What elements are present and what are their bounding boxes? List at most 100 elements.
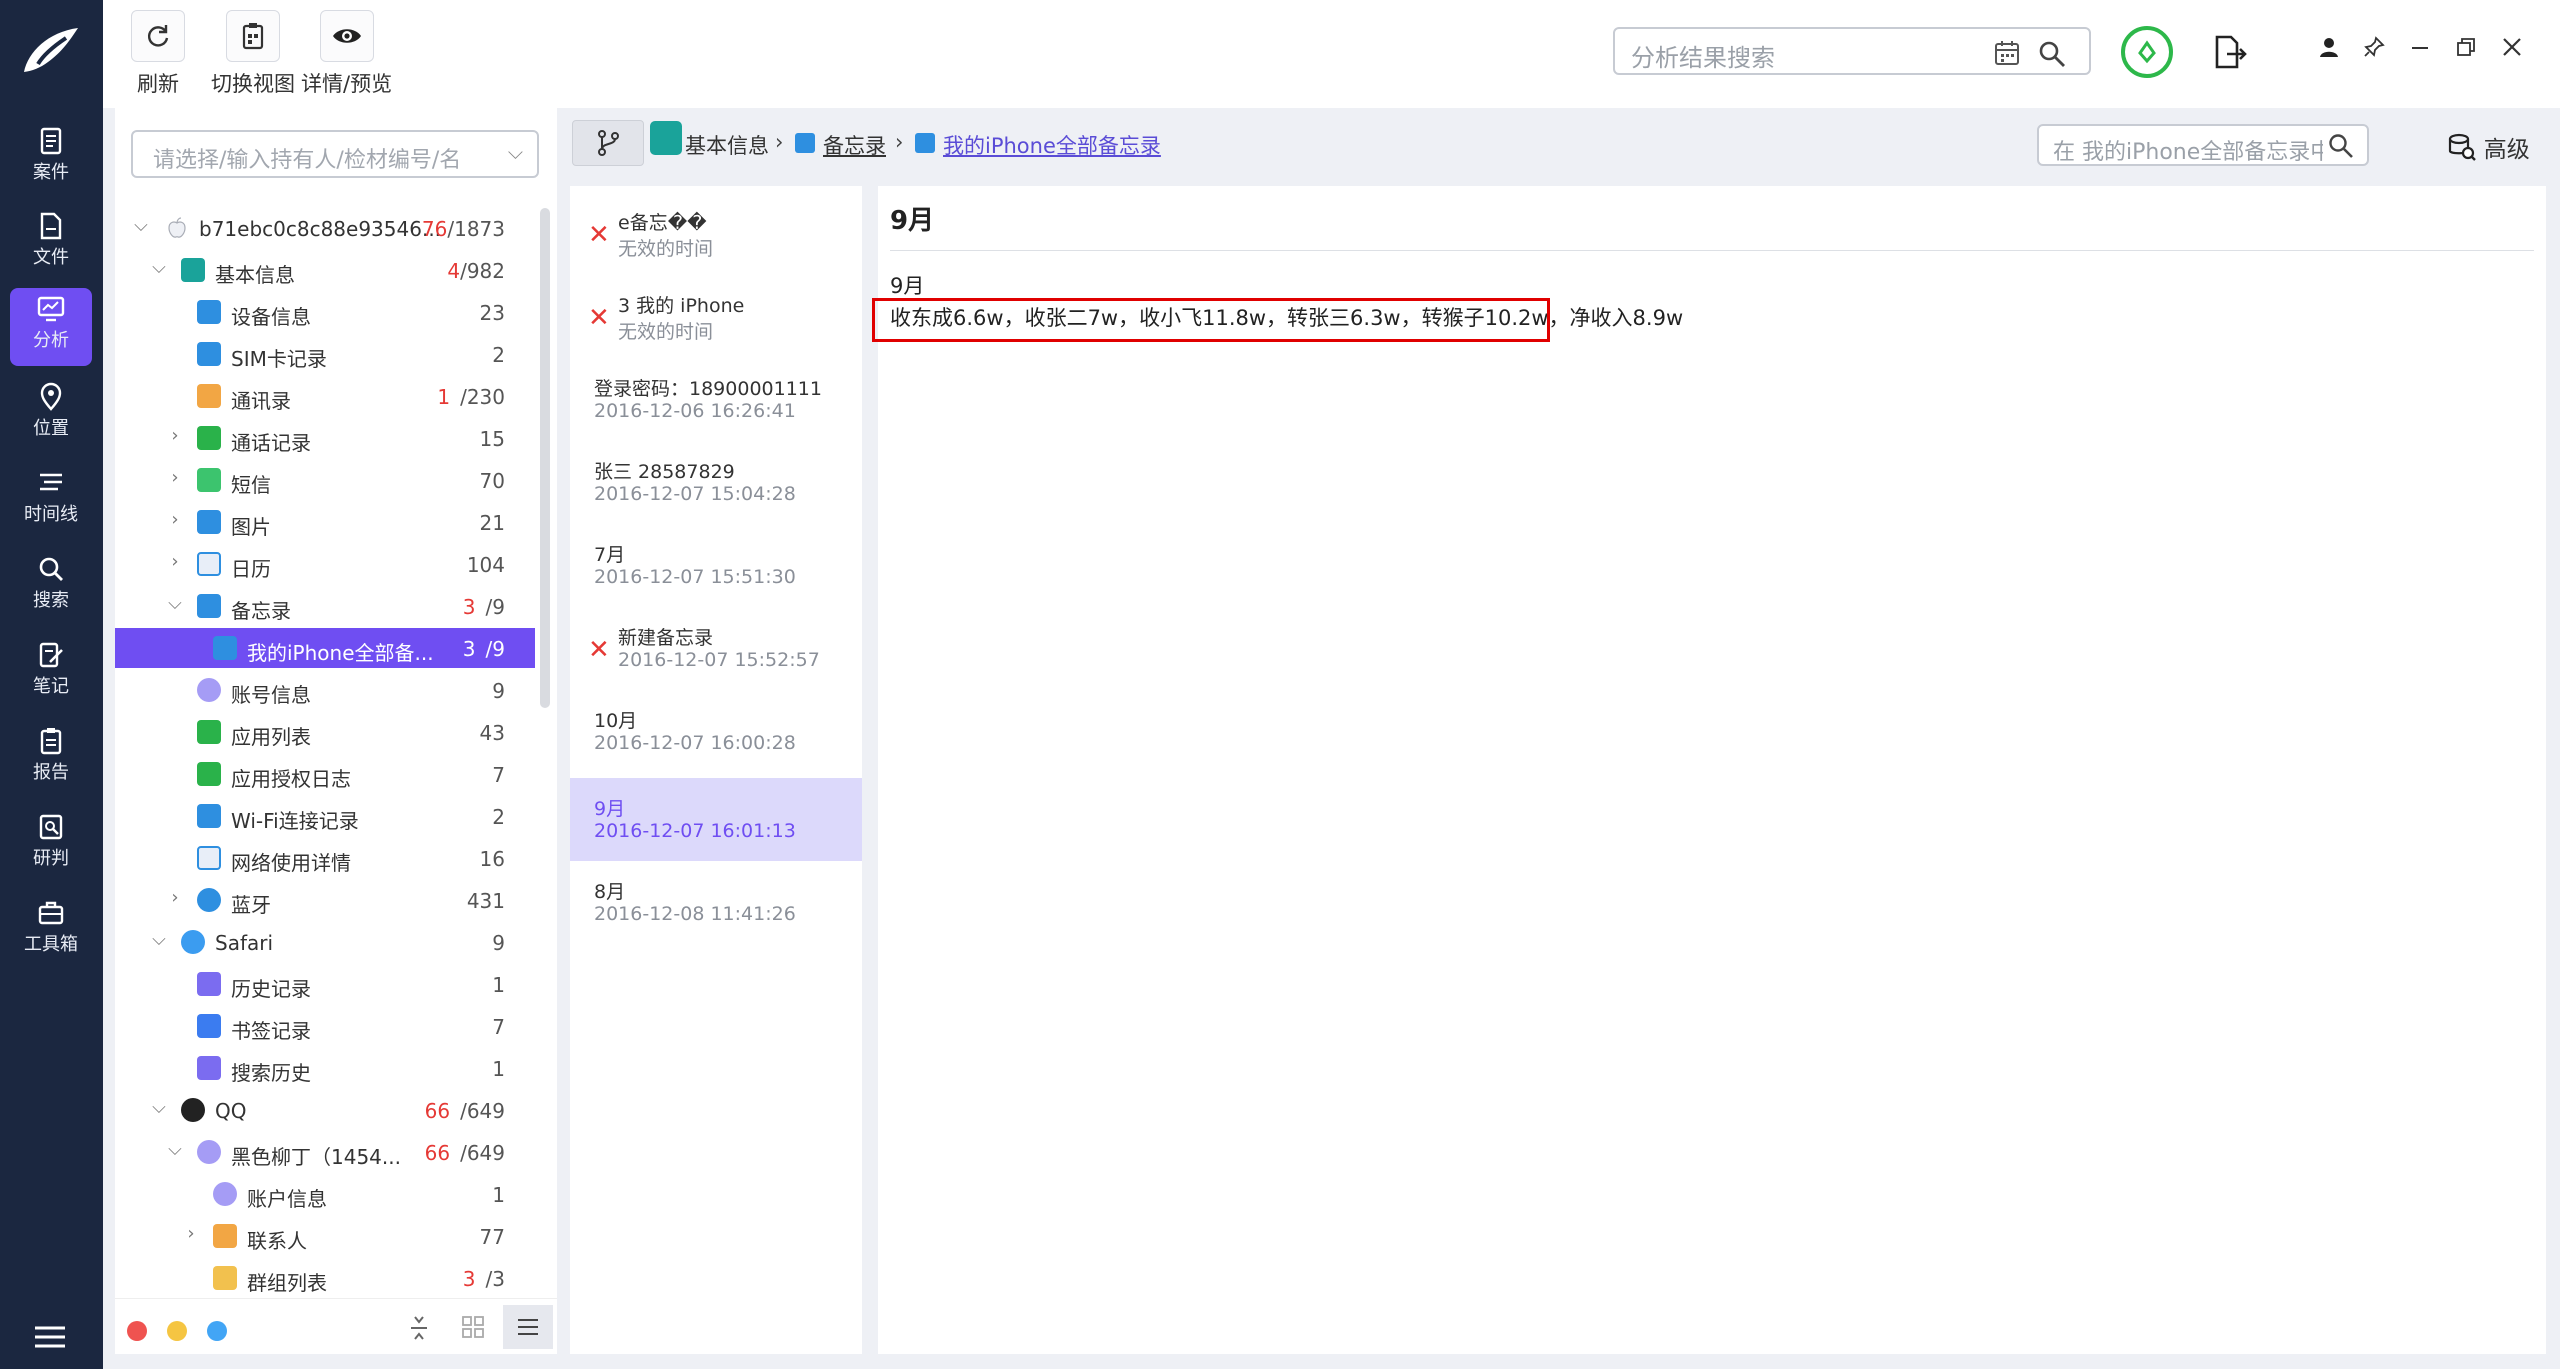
memo-date: 2016-12-07 16:01:13 <box>594 820 796 842</box>
tree-count: 66/649 <box>424 1141 505 1165</box>
red-dot-icon[interactable] <box>127 1321 147 1341</box>
grid-view-icon[interactable] <box>461 1315 485 1339</box>
nav-item-timeline[interactable]: 时间线 <box>10 462 92 540</box>
collapse-icon[interactable] <box>407 1313 431 1343</box>
tree-row-call-log[interactable]: › 通话记录 15 <box>115 418 535 458</box>
list-item[interactable]: ✕ 3 我的 iPhone 无效的时间 <box>570 275 862 358</box>
refresh-button[interactable]: 刷新 <box>131 10 185 98</box>
nav-item-file[interactable]: 文件 <box>10 205 92 283</box>
tree-row-app-auth-log[interactable]: 应用授权日志 7 <box>115 754 535 794</box>
tree-label: 书签记录 <box>231 1019 311 1043</box>
app-logo-icon <box>24 28 78 72</box>
nav-item-report[interactable]: 报告 <box>10 720 92 798</box>
chevron-down-icon[interactable]: ⌵ <box>149 1098 169 1118</box>
memo-date: 2016-12-07 15:04:28 <box>594 483 796 505</box>
tree-row-safari[interactable]: ⌵ Safari 9 <box>115 922 535 962</box>
tree-row-bluetooth[interactable]: › 蓝牙 431 <box>115 880 535 920</box>
tree-row-sim[interactable]: SIM卡记录 2 <box>115 334 535 374</box>
tree-row-basic-info[interactable]: ⌵ 基本信息 4/982 <box>115 250 535 290</box>
nav-item-analysis[interactable]: 分析 <box>10 288 92 366</box>
tree-row-photos[interactable]: › 图片 21 <box>115 502 535 542</box>
history-icon <box>197 972 221 996</box>
nav-item-case[interactable]: 案件 <box>10 120 92 198</box>
close-icon[interactable] <box>2501 36 2523 58</box>
hamburger-menu-icon[interactable] <box>33 1322 67 1352</box>
tree-row-group-list[interactable]: 群组列表 3/3 <box>115 1258 535 1298</box>
advanced-search-button[interactable]: 高级 <box>2447 130 2530 164</box>
tree-count: 431 <box>466 889 505 913</box>
nav-item-notes[interactable]: 笔记 <box>10 634 92 712</box>
search-icon[interactable] <box>2327 132 2355 160</box>
chevron-right-icon[interactable]: › <box>165 888 185 908</box>
tree-scrollbar[interactable] <box>540 208 550 708</box>
tree-row-bookmarks[interactable]: 书签记录 7 <box>115 1006 535 1046</box>
analysis-search-input[interactable]: 分析结果搜索 <box>1613 27 2091 75</box>
tree-row-accounts[interactable]: 账号信息 9 <box>115 670 535 710</box>
calendar-icon <box>197 552 221 576</box>
chevron-right-icon[interactable]: › <box>165 426 185 446</box>
memo-search-input[interactable]: 在 我的iPhone全部备忘录中搜索 <box>2037 124 2369 166</box>
blue-dot-icon[interactable] <box>207 1321 227 1341</box>
tree-row-network-usage[interactable]: 网络使用详情 16 <box>115 838 535 878</box>
user-icon[interactable] <box>2318 36 2340 58</box>
memo-date: 2016-12-07 16:00:28 <box>594 732 796 754</box>
chevron-down-icon[interactable]: ⌵ <box>131 216 151 236</box>
tree-row-memo[interactable]: ⌵ 备忘录 3/9 <box>115 586 535 626</box>
tree-row-wifi[interactable]: Wi-Fi连接记录 2 <box>115 796 535 836</box>
chevron-right-icon[interactable]: › <box>165 468 185 488</box>
chevron-down-icon[interactable]: ⌵ <box>165 594 185 614</box>
safari-icon <box>181 930 205 954</box>
nav-label: 时间线 <box>24 504 78 525</box>
switch-view-button[interactable]: 切换视图 <box>211 10 295 98</box>
holder-filter-select[interactable]: 请选择/输入持有人/检材编号/名 ⌵ <box>131 130 539 178</box>
list-item[interactable]: 10月 2016-12-07 16:00:28 <box>570 690 862 773</box>
list-item[interactable]: 登录密码：18900001111 2016-12-06 16:26:41 <box>570 358 862 441</box>
tree-row-device-info[interactable]: 设备信息 23 <box>115 292 535 332</box>
nav-item-toolbox[interactable]: 工具箱 <box>10 892 92 970</box>
list-view-button[interactable] <box>503 1305 553 1349</box>
tree-row-search-history[interactable]: 搜索历史 1 <box>115 1048 535 1088</box>
tree-label: 日历 <box>231 557 271 581</box>
breadcrumb-basic-info[interactable]: 基本信息 <box>685 130 769 160</box>
yellow-dot-icon[interactable] <box>167 1321 187 1341</box>
tree-row-device[interactable]: ⌵ b71ebc0c8c88e93546... 76/1873 <box>115 208 535 248</box>
chevron-right-icon[interactable]: › <box>181 1224 201 1244</box>
nav-item-location[interactable]: 位置 <box>10 376 92 454</box>
tree-row-qq[interactable]: ⌵ QQ 66/649 <box>115 1090 535 1130</box>
chevron-down-icon[interactable]: ⌵ <box>165 1140 185 1160</box>
chevron-down-icon[interactable]: ⌵ <box>149 930 169 950</box>
shield-tag-icon[interactable] <box>2120 25 2174 79</box>
tree-row-account-info[interactable]: 账户信息 1 <box>115 1174 535 1214</box>
restore-icon[interactable] <box>2455 36 2477 58</box>
list-item[interactable]: 8月 2016-12-08 11:41:26 <box>570 861 862 944</box>
list-item[interactable]: 张三 28587829 2016-12-07 15:04:28 <box>570 441 862 524</box>
tree-row-qq-account[interactable]: ⌵ 黑色柳丁（1454... 66/649 <box>115 1132 535 1172</box>
tree-row-qq-contacts[interactable]: › 联系人 77 <box>115 1216 535 1256</box>
pin-icon[interactable] <box>2363 36 2385 58</box>
list-item[interactable]: ✕ e备忘�� 无效的时间 <box>570 192 862 275</box>
breadcrumb-current[interactable]: 我的iPhone全部备忘录 <box>943 130 1161 160</box>
chevron-right-icon[interactable]: › <box>165 552 185 572</box>
tree-row-contacts[interactable]: 通讯录 1/230 <box>115 376 535 416</box>
breadcrumb-memo[interactable]: 备忘录 <box>823 130 886 160</box>
tree-row-calendar[interactable]: › 日历 104 <box>115 544 535 584</box>
export-file-icon[interactable] <box>2213 34 2247 70</box>
nav-item-search[interactable]: 搜索 <box>10 548 92 626</box>
tree-row-history[interactable]: 历史记录 1 <box>115 964 535 1004</box>
minimize-icon[interactable] <box>2409 36 2431 58</box>
chevron-down-icon[interactable]: ⌵ <box>149 258 169 278</box>
search-icon[interactable] <box>2037 39 2067 69</box>
list-item[interactable]: ✕ 新建备忘录 2016-12-07 15:52:57 <box>570 607 862 690</box>
chevron-right-icon[interactable]: › <box>165 510 185 530</box>
tree-row-app-list[interactable]: 应用列表 43 <box>115 712 535 752</box>
calendar-icon[interactable] <box>1993 39 2021 67</box>
tree-row-sms[interactable]: › 短信 70 <box>115 460 535 500</box>
branch-button[interactable] <box>572 120 644 166</box>
details-preview-button[interactable]: 详情/预览 <box>301 10 392 98</box>
list-item[interactable]: 9月 2016-12-07 16:01:13 <box>570 778 862 861</box>
list-item[interactable]: 7月 2016-12-07 15:51:30 <box>570 524 862 607</box>
tree-row-iphone-memos[interactable]: 我的iPhone全部备... 3/9 <box>115 628 535 668</box>
judge-icon <box>39 814 63 840</box>
nav-item-judge[interactable]: 研判 <box>10 806 92 884</box>
tree-label: 群组列表 <box>247 1271 327 1295</box>
